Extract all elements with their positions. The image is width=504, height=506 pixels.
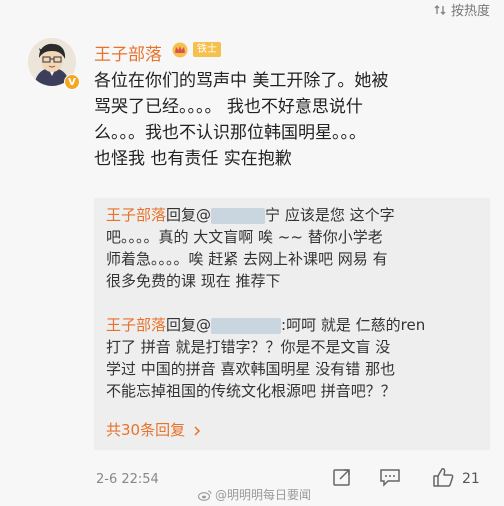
reply-line: 吧。。。。真的 大文盲啊 唉 ~~ 替你小学老 (106, 228, 383, 246)
fan-badge: 铁士 (193, 42, 221, 57)
more-replies-link[interactable]: 共30条回复 (106, 419, 202, 440)
reply-line: 师着急。。。。唉 赶紧 去网上补课吧 网易 有 (106, 250, 388, 268)
replies-box: 王子部落回复@ 宁 应该是您 这个字 吧。。。。真的 大文盲啊 唉 ~~ 替你小学… (94, 198, 490, 450)
weibo-logo-icon (198, 490, 212, 501)
post-line: 也怪我 也有责任 实在抱歉 (94, 149, 292, 169)
redacted-username (211, 317, 282, 334)
reply-target-tail: 宁 (265, 206, 281, 224)
reply-author[interactable]: 王子部落 (106, 316, 166, 334)
reply-item[interactable]: 王子部落回复@ :呵呵 就是 仁慈的ren 打了 拼音 就是打错字？？你是不是文盲… (106, 314, 486, 402)
reply-first-line: 王子部落回复@ :呵呵 就是 仁慈的ren (106, 314, 486, 336)
reply-text: 应该是您 这个字 (280, 206, 395, 224)
watermark-text: @明明明每日要闻 (215, 488, 312, 502)
crown-icon (172, 42, 188, 58)
reply-word: 回复@ (166, 316, 212, 334)
reply-line: 不能忘掉祖国的传统文化根源吧 拼音吧？？ (106, 382, 396, 400)
reply-item[interactable]: 王子部落回复@ 宁 应该是您 这个字 吧。。。。真的 大文盲啊 唉 ~~ 替你小学… (106, 204, 486, 292)
sort-icon (434, 4, 446, 15)
more-replies-label: 共30条回复 (106, 421, 186, 439)
reply-line: 很多免费的课 现在 推荐下 (106, 272, 281, 290)
post-line: 么。。。我也不认识那位韩国明星。。。 (94, 123, 366, 143)
reply-text: :呵呵 就是 仁慈的ren (281, 316, 426, 334)
comment-page: 按热度 V 王子部落 铁士 各位在你们的骂声中 美工开除了。她被 骂哭了已经。。… (0, 0, 504, 506)
watermark: @明明明每日要闻 (198, 486, 311, 503)
chevron-right-icon (194, 425, 200, 436)
reply-word: 回复@ (166, 206, 212, 224)
post-content: 各位在你们的骂声中 美工开除了。她被 骂哭了已经。。。。 我也不好意思说什 么。… (94, 68, 494, 172)
reply-first-line: 王子部落回复@ 宁 应该是您 这个字 (106, 204, 486, 226)
like-count: 21 (462, 471, 480, 487)
post-line: 骂哭了已经。。。。 我也不好意思说什 (94, 97, 363, 117)
reply-line: 打了 拼音 就是打错字？？你是不是文盲 没 (106, 338, 391, 356)
author-name[interactable]: 王子部落 (94, 40, 162, 65)
top-bar: 按热度 (0, 0, 504, 22)
sort-label: 按热度 (450, 4, 490, 19)
redacted-username (211, 207, 266, 224)
verified-badge: V (64, 74, 80, 90)
comment-icon[interactable] (379, 467, 401, 487)
post-line: 各位在你们的骂声中 美工开除了。她被 (94, 71, 389, 91)
reply-line: 学过 中国的拼音 喜欢韩国明星 没有错 那也 (106, 360, 396, 378)
share-icon[interactable] (332, 467, 352, 487)
reply-author[interactable]: 王子部落 (106, 206, 166, 224)
like-icon[interactable] (432, 466, 454, 488)
sort-by-hot-button[interactable]: 按热度 (434, 0, 490, 19)
post-time: 2-6 22:54 (96, 472, 159, 487)
